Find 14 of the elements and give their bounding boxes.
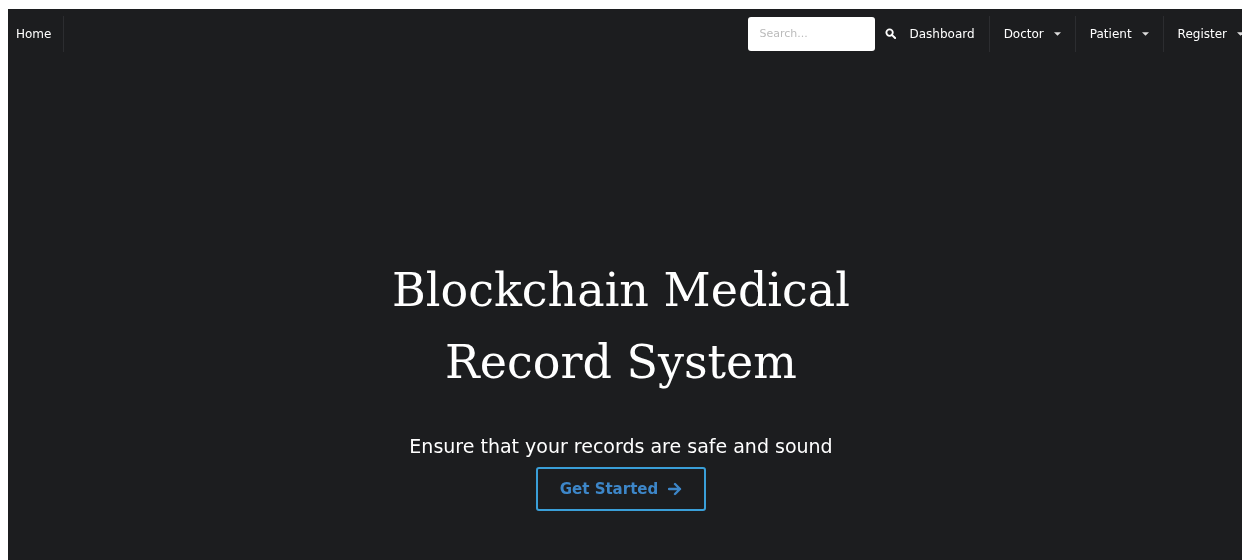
caret-icon — [1237, 31, 1242, 36]
search-icon[interactable] — [884, 28, 896, 39]
hero-title: Blockchain Medical Record System — [391, 262, 851, 391]
dropdown-menu[interactable]: Register — [1162, 15, 1242, 52]
search-field[interactable]: Search... — [747, 16, 875, 51]
dropdown-menu[interactable]: Doctor — [988, 15, 1075, 52]
nav-link[interactable]: Dashboard — [909, 15, 989, 52]
hero-subtitle: Ensure that your records are safe and sound — [409, 435, 833, 457]
get-started-button[interactable]: Get Started — [535, 467, 707, 511]
home-link[interactable]: Home — [8, 15, 65, 52]
caret-icon — [1141, 31, 1149, 36]
arrow-icon — [668, 482, 683, 496]
dropdown-menu[interactable]: Patient — [1074, 15, 1163, 52]
caret-icon — [1053, 31, 1061, 36]
